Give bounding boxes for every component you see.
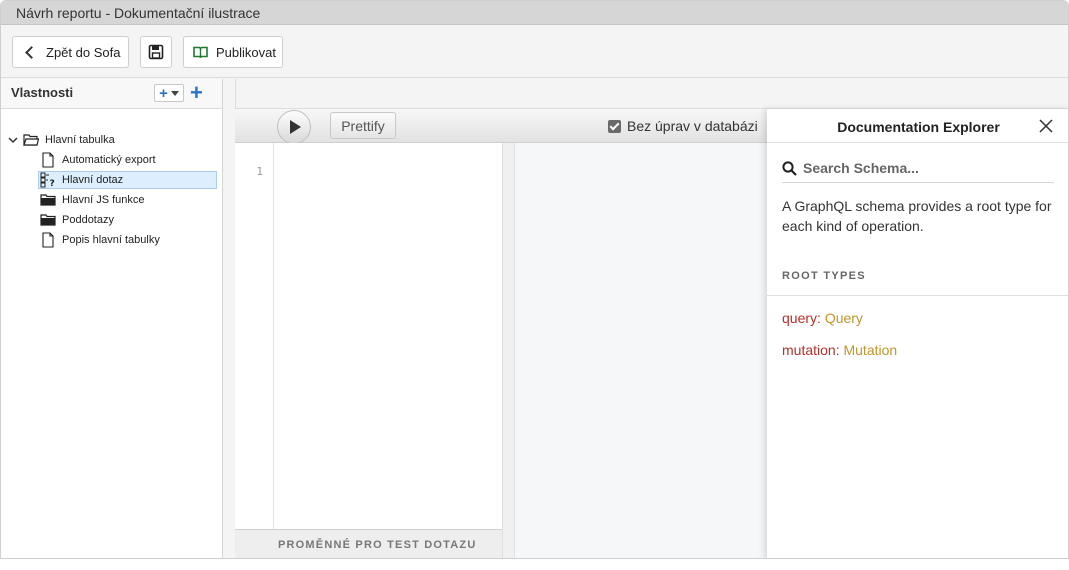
query-variables-header[interactable]: PROMĚNNÉ PRO TEST DOTAZU: [235, 529, 502, 558]
back-button[interactable]: Zpět do Sofa: [12, 36, 129, 68]
run-query-button[interactable]: [277, 110, 311, 144]
type-link-query[interactable]: Query: [825, 310, 863, 326]
tree-item-label: Automatický export: [62, 154, 156, 166]
tree-item-hlavni-dotaz[interactable]: ? Hlavní dotaz: [38, 171, 217, 189]
query-variables-title: PROMĚNNÉ PRO TEST DOTAZU: [278, 539, 477, 551]
properties-title: Vlastnosti: [11, 85, 74, 100]
add-dropdown-button[interactable]: +: [154, 84, 184, 102]
checkbox-checked-icon[interactable]: [608, 119, 621, 133]
tree-item-poddotazy[interactable]: Poddotazy: [40, 211, 114, 229]
folder-icon: [40, 194, 56, 206]
tree-item-label: Popis hlavní tabulky: [62, 234, 160, 246]
toolbar: Zpět do Sofa Publikovat: [1, 25, 1068, 78]
properties-panel: Vlastnosti + + Hlavní tabulka Automatick…: [1, 79, 223, 558]
search-icon: [782, 160, 797, 176]
tree-item-hlavni-tabulka[interactable]: Hlavní tabulka: [7, 131, 115, 149]
no-db-changes-label: Bez úprav v databázi: [627, 118, 758, 134]
floppy-disk-icon: [148, 44, 164, 60]
tree-item-label: Hlavní dotaz: [62, 174, 124, 186]
field-name: mutation: [782, 342, 836, 358]
docs-divider: [767, 295, 1068, 296]
folder-open-icon: [23, 134, 39, 146]
chevron-down-icon[interactable]: [7, 134, 19, 146]
book-open-icon: [193, 46, 208, 58]
play-icon: [290, 120, 301, 134]
document-icon: [42, 232, 54, 248]
query-icon: ?: [40, 172, 55, 188]
close-icon[interactable]: [1038, 118, 1054, 134]
prettify-button[interactable]: Prettify: [330, 112, 396, 139]
tree-item-label: Hlavní tabulka: [45, 134, 115, 146]
publish-button[interactable]: Publikovat: [183, 36, 283, 68]
plus-icon: +: [159, 84, 168, 102]
add-item-button[interactable]: +: [190, 81, 203, 105]
workspace-gutter: [223, 79, 235, 558]
query-editor[interactable]: 1: [235, 143, 502, 529]
caret-down-icon: [170, 90, 179, 96]
save-button[interactable]: [140, 36, 172, 68]
title-bar: Návrh reportu - Dokumentační ilustrace: [1, 1, 1068, 25]
folder-icon: [40, 214, 56, 226]
tree-item-label: Hlavní JS funkce: [62, 194, 145, 206]
query-toolbar: Prettify Bez úprav v databázi: [235, 109, 767, 144]
docs-search-input[interactable]: Search Schema...: [782, 154, 1054, 183]
docs-header: Documentation Explorer: [767, 109, 1068, 143]
line-number: 1: [256, 165, 263, 178]
properties-header: Vlastnosti + +: [1, 79, 222, 109]
app-window: Návrh reportu - Dokumentační ilustrace Z…: [0, 0, 1069, 559]
workspace-header: [235, 79, 1068, 109]
chevron-left-icon: [25, 45, 38, 59]
field-name: query: [782, 310, 818, 326]
document-icon: [42, 152, 54, 168]
window-title: Návrh reportu - Dokumentační ilustrace: [16, 5, 261, 21]
type-link-mutation[interactable]: Mutation: [843, 342, 897, 358]
docs-description: A GraphQL schema provides a root type fo…: [782, 198, 1052, 234]
publish-button-label: Publikovat: [216, 44, 276, 60]
root-type-query: query: Query: [782, 310, 863, 326]
svg-text:?: ?: [50, 179, 55, 188]
root-types-heading: ROOT TYPES: [782, 270, 866, 282]
result-pane: [515, 143, 767, 558]
line-numbers: 1: [235, 143, 274, 529]
docs-search-placeholder: Search Schema...: [803, 160, 919, 176]
tree-item-automaticky-export[interactable]: Automatický export: [40, 151, 156, 169]
tree-item-hlavni-js-funkce[interactable]: Hlavní JS funkce: [40, 191, 145, 209]
tree-item-popis-hlavni-tabulky[interactable]: Popis hlavní tabulky: [40, 231, 160, 249]
documentation-explorer: Documentation Explorer Search Schema... …: [767, 109, 1068, 558]
docs-title: Documentation Explorer: [837, 119, 1000, 135]
no-db-changes-toggle[interactable]: Bez úprav v databázi: [608, 118, 758, 134]
resize-handle[interactable]: [502, 143, 515, 558]
root-type-mutation: mutation: Mutation: [782, 342, 898, 358]
tree-item-label: Poddotazy: [62, 214, 114, 226]
back-button-label: Zpět do Sofa: [46, 44, 121, 60]
